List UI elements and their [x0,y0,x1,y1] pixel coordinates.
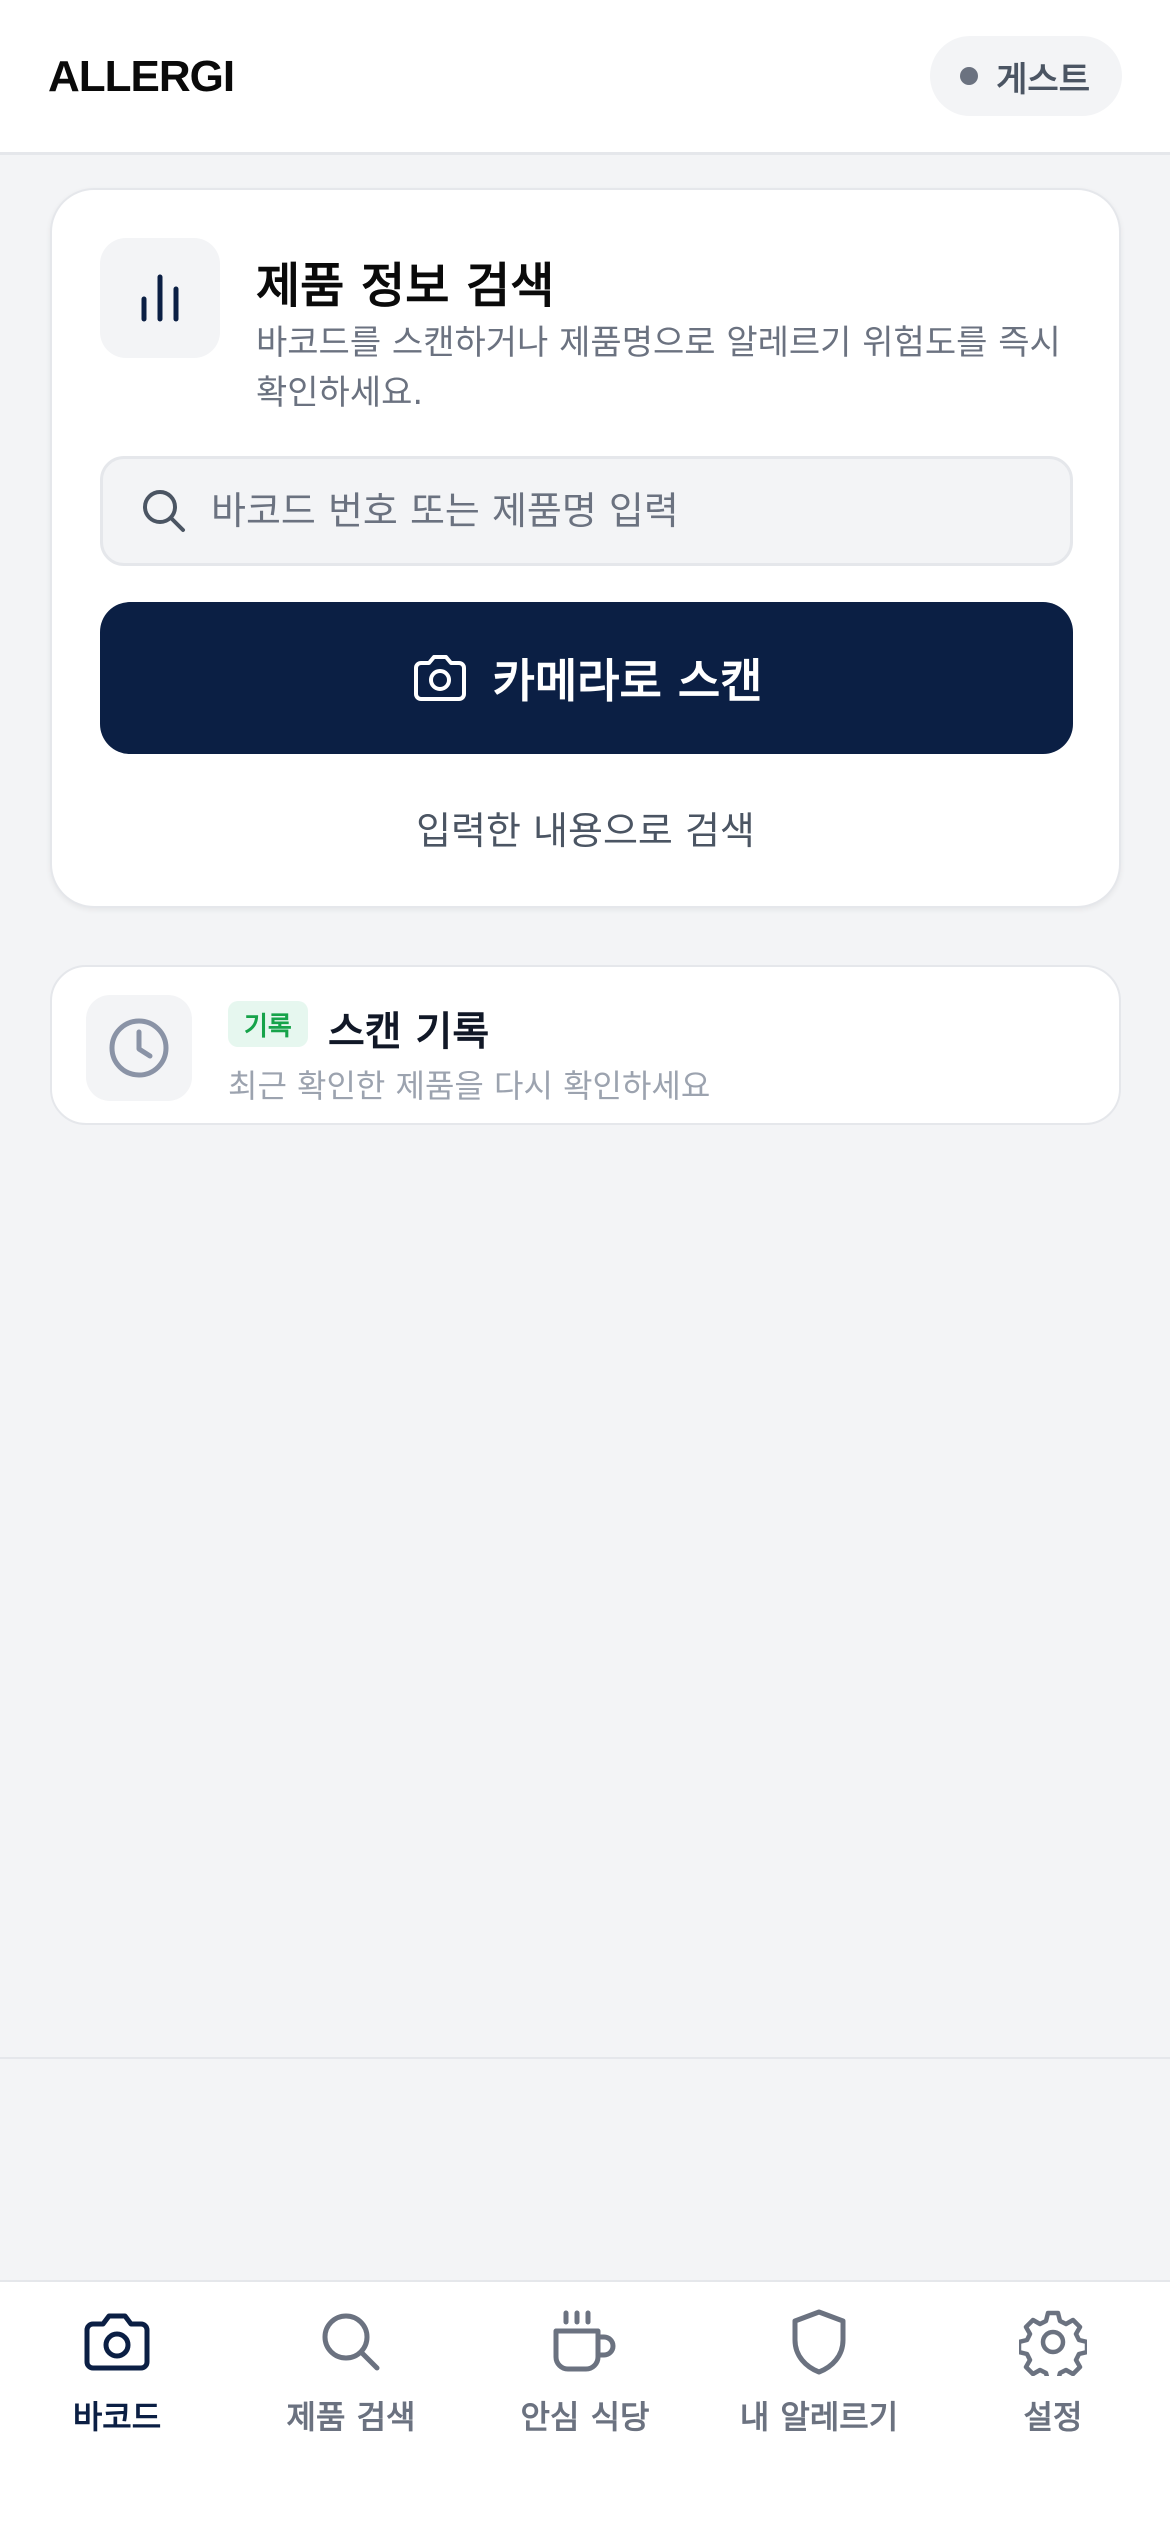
text-search-link[interactable]: 입력한 내용으로 검색 [52,800,1119,855]
camera-icon [413,655,466,701]
guest-user-pill[interactable]: 게스트 [930,36,1122,116]
app-root: ALLERGI 게스트 제품 정보 검색 바코드를 스캔하거나 제품명으로 알레… [0,0,1170,2532]
shield-icon [790,2302,848,2382]
scan-history-card[interactable]: 기록 스캔 기록 최근 확인한 제품을 다시 확인하세요 [50,965,1121,1125]
history-badge: 기록 [228,1001,308,1047]
clock-icon [109,1018,169,1078]
search-icon [320,2302,382,2382]
card-title: 제품 정보 검색 [256,258,555,314]
bottom-nav: 바코드 제품 검색 안심 식당 내 알레르기 설정 [0,2280,1170,2532]
nav-label: 제품 검색 [286,2398,416,2436]
nav-item-my-allergy[interactable]: 내 알레르기 [702,2302,936,2442]
nav-label: 바코드 [72,2398,162,2436]
nav-label: 안심 식당 [520,2398,650,2436]
camera-icon [82,2302,152,2382]
history-subtitle: 최근 확인한 제품을 다시 확인하세요 [228,1067,711,1105]
top-header: ALLERGI 게스트 [0,0,1170,155]
nav-item-safe-restaurant[interactable]: 안심 식당 [468,2302,702,2442]
bar-chart-icon [141,274,179,322]
nav-label: 설정 [1023,2398,1083,2436]
nav-item-barcode[interactable]: 바코드 [0,2302,234,2442]
nav-item-product-search[interactable]: 제품 검색 [234,2302,468,2442]
app-logo[interactable]: ALLERGI [48,52,235,102]
product-search-card: 제품 정보 검색 바코드를 스캔하거나 제품명으로 알레르기 위험도를 즉시 확… [50,188,1121,908]
search-icon [141,488,187,534]
search-field[interactable] [100,456,1073,566]
card-icon-container [100,238,220,358]
camera-scan-button[interactable]: 카메라로 스캔 [100,602,1073,754]
gear-icon [1019,2302,1087,2382]
user-label: 게스트 [996,59,1090,100]
coffee-cup-icon [550,2302,620,2382]
content-divider [0,2057,1170,2059]
search-input[interactable] [211,459,1070,563]
scan-button-label: 카메라로 스캔 [492,654,763,708]
history-icon-container [86,995,192,1101]
card-description: 바코드를 스캔하거나 제품명으로 알레르기 위험도를 즉시 확인하세요. [256,323,1061,413]
nav-item-settings[interactable]: 설정 [936,2302,1170,2442]
history-title: 스캔 기록 [328,1009,490,1055]
status-dot [960,67,979,85]
nav-label: 내 알레르기 [739,2398,899,2436]
